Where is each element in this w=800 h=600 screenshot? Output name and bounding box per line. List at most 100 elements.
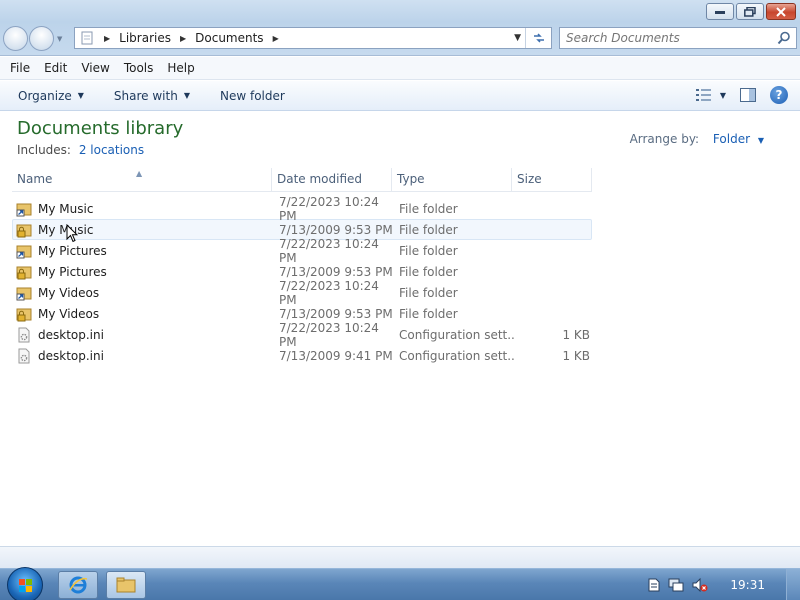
shortcut-folder-icon <box>16 285 36 301</box>
share-with-button[interactable]: Share with ▼ <box>114 89 190 103</box>
locations-link[interactable]: 2 locations <box>79 143 144 157</box>
window-controls <box>706 3 796 20</box>
file-list: My Music 7/22/2023 10:24 PM File folder … <box>12 195 592 366</box>
shortcut-folder-icon <box>16 243 36 259</box>
file-name: My Pictures <box>38 243 107 258</box>
column-size[interactable]: Size <box>512 168 592 191</box>
search-icon[interactable] <box>777 31 791 45</box>
new-folder-label: New folder <box>219 88 285 103</box>
windows-logo-icon <box>19 579 32 592</box>
start-button[interactable] <box>7 567 43 600</box>
organize-button[interactable]: Organize ▼ <box>18 89 84 103</box>
menu-file[interactable]: File <box>10 61 30 75</box>
organize-label: Organize <box>18 88 72 103</box>
view-controls: ▼ ? <box>695 86 788 104</box>
locked-folder-icon <box>16 264 36 280</box>
column-type-label: Type <box>397 172 425 186</box>
restore-icon <box>744 6 756 17</box>
file-type: File folder <box>399 285 458 300</box>
internet-explorer-taskbar-button[interactable] <box>58 571 98 599</box>
menu-bar: File Edit View Tools Help <box>0 57 800 80</box>
window-title-bar: ▼ ▶ Libraries ▶ Documents ▶ ▼ <box>0 0 800 56</box>
shortcut-folder-icon <box>16 201 36 217</box>
breadcrumb-libraries[interactable]: Libraries <box>119 31 171 45</box>
arrange-value[interactable]: Folder <box>713 132 750 146</box>
file-name: desktop.ini <box>38 348 104 363</box>
file-date: 7/22/2023 10:24 PM <box>279 278 379 307</box>
back-button[interactable] <box>3 26 28 51</box>
search-box[interactable] <box>559 27 797 49</box>
column-type[interactable]: Type <box>392 168 512 191</box>
column-name-label: Name <box>17 172 53 186</box>
file-name: My Pictures <box>38 264 107 279</box>
clock[interactable]: 19:31 <box>730 578 765 592</box>
sort-ascending-icon: ▲ <box>136 169 143 178</box>
arrange-by: Arrange by: Folder ▼ <box>630 132 764 146</box>
show-desktop-button[interactable] <box>786 569 800 600</box>
network-icon[interactable] <box>668 578 684 592</box>
help-icon[interactable]: ? <box>770 86 788 104</box>
file-row[interactable]: desktop.ini 7/13/2009 9:41 PM Configurat… <box>12 345 592 366</box>
locked-folder-icon <box>16 222 36 238</box>
folder-icon <box>116 577 136 593</box>
breadcrumb-separator-icon[interactable]: ▶ <box>273 34 279 43</box>
settings-file-icon <box>16 327 36 343</box>
breadcrumb-separator-icon[interactable]: ▶ <box>180 34 186 43</box>
file-date: 7/13/2009 9:53 PM <box>279 264 393 279</box>
mouse-pointer-icon <box>66 224 78 243</box>
file-date: 7/22/2023 10:24 PM <box>279 194 379 223</box>
forward-button[interactable] <box>29 26 54 51</box>
internet-explorer-icon <box>69 576 88 594</box>
recent-pages-dropdown[interactable]: ▼ <box>57 35 62 43</box>
close-icon <box>776 6 786 17</box>
explorer-taskbar-button[interactable] <box>106 571 146 599</box>
minimize-button[interactable] <box>706 3 734 20</box>
minimize-icon <box>715 10 725 14</box>
column-name[interactable]: ▲ Name <box>12 168 272 191</box>
file-type: Configuration sett... <box>399 327 516 342</box>
change-view-button[interactable]: ▼ <box>695 89 726 101</box>
file-name: My Music <box>38 201 94 216</box>
chevron-down-icon: ▼ <box>77 91 84 100</box>
breadcrumb-separator-icon[interactable]: ▶ <box>104 34 110 43</box>
file-date: 7/13/2009 9:41 PM <box>279 348 393 363</box>
column-date-modified[interactable]: Date modified <box>272 168 392 191</box>
file-type: File folder <box>399 306 458 321</box>
file-date: 7/13/2009 9:53 PM <box>279 222 393 237</box>
breadcrumb-documents[interactable]: Documents <box>195 31 263 45</box>
library-includes: Includes: 2 locations <box>17 143 144 157</box>
action-center-icon[interactable] <box>648 578 660 592</box>
file-type: File folder <box>399 264 458 279</box>
file-row[interactable]: My Pictures 7/22/2023 10:24 PM File fold… <box>12 237 592 265</box>
menu-help[interactable]: Help <box>167 61 194 75</box>
navigation-buttons: ▼ <box>3 26 62 51</box>
refresh-button[interactable] <box>525 28 551 48</box>
command-bar: Organize ▼ Share with ▼ New folder ▼ ? <box>0 81 800 111</box>
menu-tools[interactable]: Tools <box>124 61 154 75</box>
restore-button[interactable] <box>736 3 764 20</box>
library-title: Documents library <box>17 118 184 139</box>
file-size: 1 KB <box>562 348 590 363</box>
column-size-label: Size <box>517 172 542 186</box>
file-row[interactable]: desktop.ini 7/22/2023 10:24 PM Configura… <box>12 321 592 349</box>
file-type: File folder <box>399 243 458 258</box>
taskbar: 19:31 <box>0 567 800 600</box>
menu-view[interactable]: View <box>81 61 109 75</box>
volume-muted-icon[interactable] <box>692 578 708 592</box>
close-button[interactable] <box>766 3 796 20</box>
new-folder-button[interactable]: New folder <box>220 89 285 103</box>
file-type: File folder <box>399 201 458 216</box>
library-icon <box>81 31 93 45</box>
breadcrumb: ▶ Libraries ▶ Documents ▶ <box>104 31 288 45</box>
file-row[interactable]: My Music 7/22/2023 10:24 PM File folder <box>12 195 592 223</box>
chevron-down-icon[interactable]: ▼ <box>758 136 764 145</box>
file-type: File folder <box>399 222 458 237</box>
address-dropdown-icon[interactable]: ▼ <box>514 33 521 43</box>
preview-pane-icon[interactable] <box>740 88 756 102</box>
search-input[interactable] <box>566 31 771 45</box>
file-row[interactable]: My Videos 7/22/2023 10:24 PM File folder <box>12 279 592 307</box>
address-bar[interactable]: ▶ Libraries ▶ Documents ▶ ▼ <box>74 27 552 49</box>
file-name: My Videos <box>38 306 100 321</box>
chevron-down-icon: ▼ <box>183 91 190 100</box>
menu-edit[interactable]: Edit <box>44 61 67 75</box>
